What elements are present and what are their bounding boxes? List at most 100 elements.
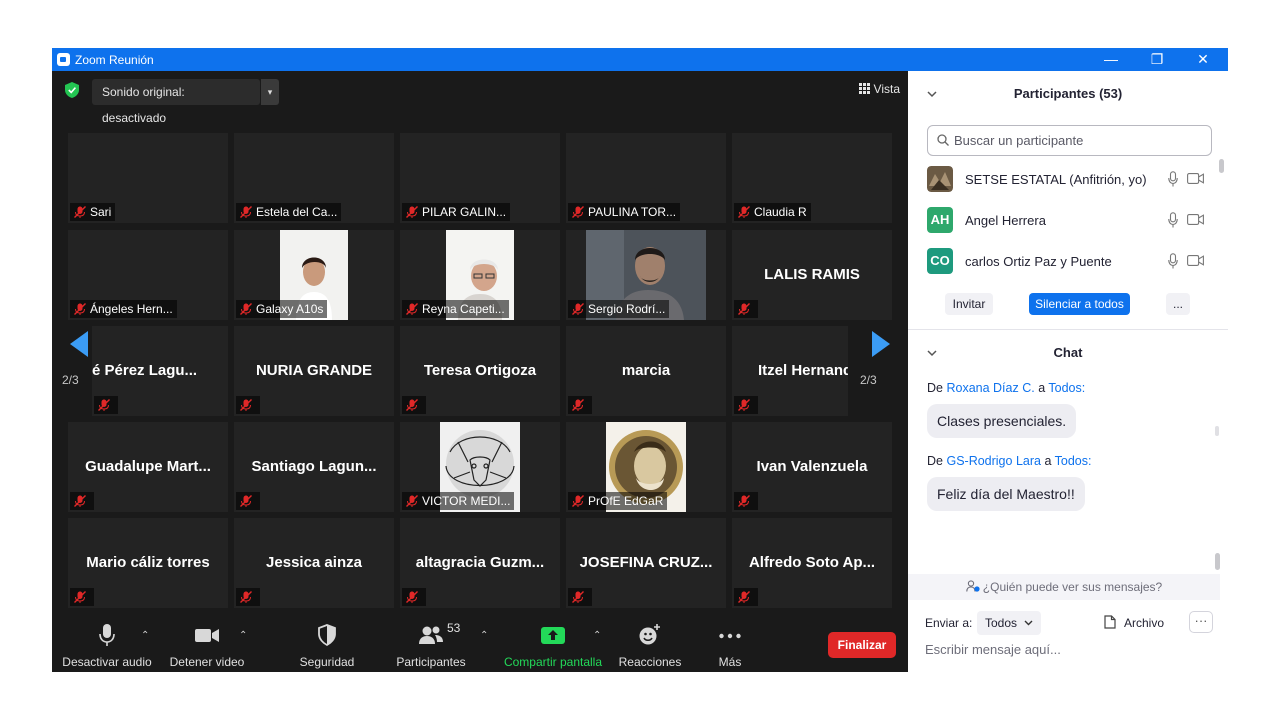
participant-video-tile[interactable]: Sergio Rodrí...	[566, 230, 726, 320]
participants-more-button[interactable]: ...	[1166, 293, 1190, 315]
participant-video-tile[interactable]: Ivan Valenzuela	[732, 422, 892, 512]
who-can-see-link[interactable]: ¿Quién puede ver sus mensajes?	[908, 574, 1220, 600]
end-meeting-button[interactable]: Finalizar	[828, 632, 896, 658]
reactions-button[interactable]: Reacciones	[610, 623, 690, 669]
message-header: De GS-Rodrigo Lara a Todos:	[927, 454, 1092, 468]
participant-display-name: Mario cáliz torres	[86, 554, 210, 571]
encryption-shield-icon[interactable]	[65, 82, 79, 98]
participants-scrollbar[interactable]	[1219, 159, 1224, 173]
participant-label: Claudia R	[734, 203, 811, 221]
maximize-button[interactable]: ❐	[1134, 48, 1180, 71]
participant-video-tile[interactable]: Reyna Capeti...	[400, 230, 560, 320]
participant-video-tile[interactable]: PAULINA TOR...	[566, 133, 726, 223]
mute-audio-button[interactable]: Desactivar audio	[62, 623, 152, 669]
microphone-icon[interactable]	[1168, 212, 1178, 228]
page-indicator-right: 2/3	[860, 373, 877, 387]
participant-label	[734, 492, 758, 510]
chevron-down-icon	[1024, 620, 1033, 626]
participant-video-tile[interactable]: VICTOR MEDI...	[400, 422, 560, 512]
sender-name[interactable]: Roxana Díaz C.	[946, 381, 1034, 395]
share-options-caret[interactable]: ⌃	[593, 630, 601, 641]
muted-mic-icon	[240, 495, 252, 507]
video-camera-icon[interactable]	[1187, 173, 1204, 184]
microphone-icon[interactable]	[1168, 253, 1178, 269]
participant-label	[236, 588, 260, 606]
participant-video-tile[interactable]: LALIS RAMIS	[732, 230, 892, 320]
chat-more-button[interactable]: ···	[1189, 611, 1213, 633]
participant-video-tile[interactable]: Mario cáliz torres	[68, 518, 228, 608]
original-sound-dropdown[interactable]: ▾	[260, 79, 279, 105]
participant-label	[70, 588, 94, 606]
participant-name: PrOfE EdGaR	[588, 494, 664, 508]
chat-message: Clases presenciales.	[927, 404, 1077, 438]
muted-mic-icon	[572, 303, 584, 315]
sender-name[interactable]: GS-Rodrigo Lara	[946, 454, 1041, 468]
stop-video-label: Detener video	[169, 655, 245, 669]
participant-video-tile[interactable]: é Pérez Lagu...	[92, 326, 228, 416]
participant-display-name: Jessica ainza	[266, 554, 362, 571]
muted-mic-icon	[738, 591, 750, 603]
participant-row[interactable]: SETSE ESTATAL (Anfitrión, yo)	[927, 166, 1212, 192]
participant-label: PrOfE EdGaR	[568, 492, 668, 510]
microphone-icon[interactable]	[1168, 171, 1178, 187]
muted-mic-icon	[74, 206, 86, 218]
video-camera-icon[interactable]	[1187, 255, 1204, 266]
participants-options-caret[interactable]: ⌃	[480, 630, 488, 641]
next-page-button[interactable]: 2/3	[860, 331, 890, 387]
participant-video-tile[interactable]: Jessica ainza	[234, 518, 394, 608]
chat-scrollbar[interactable]	[1215, 553, 1220, 570]
participant-video-tile[interactable]: Ángeles Hern...	[68, 230, 228, 320]
audio-options-caret[interactable]: ⌃	[141, 630, 149, 641]
participant-video-tile[interactable]: JOSEFINA CRUZ...	[566, 518, 726, 608]
participant-display-name: Teresa Ortigoza	[423, 362, 537, 379]
participant-video-tile[interactable]: Galaxy A10s	[234, 230, 394, 320]
participant-label: Sergio Rodrí...	[568, 300, 670, 318]
participant-display-name: Ivan Valenzuela	[756, 458, 868, 475]
mute-all-button[interactable]: Silenciar a todos	[1029, 293, 1130, 315]
participant-video-tile[interactable]: marcia	[566, 326, 726, 416]
meeting-toolbar: Desactivar audio ⌃ Detener video ⌃ Segur…	[52, 617, 908, 672]
participant-name: carlos Ortiz Paz y Puente	[965, 254, 1112, 269]
send-to-dropdown[interactable]: Todos	[977, 611, 1042, 635]
file-button[interactable]: Archivo	[1104, 615, 1164, 630]
view-label: Vista	[873, 82, 900, 96]
security-button[interactable]: Seguridad	[287, 623, 367, 669]
participant-row[interactable]: CO carlos Ortiz Paz y Puente	[927, 248, 1212, 274]
participant-label	[236, 492, 260, 510]
participant-row[interactable]: AH Angel Herrera	[927, 207, 1212, 233]
chat-message-input[interactable]: Escribir mensaje aquí...	[925, 642, 1061, 657]
participant-video-tile[interactable]: Estela del Ca...	[234, 133, 394, 223]
participant-display-name: JOSEFINA CRUZ...	[579, 554, 713, 571]
participant-video-tile[interactable]: Alfredo Soto Ap...	[732, 518, 892, 608]
participant-display-name: LALIS RAMIS	[764, 266, 860, 283]
share-screen-button[interactable]: Compartir pantalla	[500, 623, 606, 669]
security-label: Seguridad	[299, 655, 355, 669]
view-button[interactable]: Vista	[858, 82, 900, 96]
more-button[interactable]: Más	[700, 623, 760, 669]
participant-search-input[interactable]: Buscar un participante	[927, 125, 1212, 156]
participant-video-tile[interactable]: PrOfE EdGaR	[566, 422, 726, 512]
original-sound-button[interactable]: Sonido original: desactivado	[92, 79, 260, 125]
participant-video-tile[interactable]: Santiago Lagun...	[234, 422, 394, 512]
video-options-caret[interactable]: ⌃	[239, 630, 247, 641]
side-panel: Participantes (53) Buscar un participant…	[908, 71, 1228, 672]
participant-video-tile[interactable]: PILAR GALIN...	[400, 133, 560, 223]
participant-video-tile[interactable]: Claudia R	[732, 133, 892, 223]
zoom-window: Zoom Reunión — ❐ ✕ Sonido original: desa…	[52, 48, 1228, 672]
participant-video-tile[interactable]: altagracia Guzm...	[400, 518, 560, 608]
invite-button[interactable]: Invitar	[945, 293, 993, 315]
participant-video-tile[interactable]: Teresa Ortigoza	[400, 326, 560, 416]
participants-button[interactable]: 53 Participantes	[391, 621, 471, 669]
participants-label: Participantes	[396, 655, 466, 669]
muted-mic-icon	[74, 303, 86, 315]
minimize-button[interactable]: —	[1088, 48, 1134, 71]
participants-icon	[419, 626, 443, 644]
participant-video-tile[interactable]: Sari	[68, 133, 228, 223]
muted-mic-icon	[406, 399, 418, 411]
participant-video-tile[interactable]: Guadalupe Mart...	[68, 422, 228, 512]
previous-page-button[interactable]: 2/3	[62, 331, 88, 387]
participant-video-tile[interactable]: Itzel Hernand	[732, 326, 848, 416]
participant-video-tile[interactable]: NURIA GRANDE	[234, 326, 394, 416]
video-camera-icon[interactable]	[1187, 214, 1204, 225]
close-button[interactable]: ✕	[1180, 48, 1226, 71]
